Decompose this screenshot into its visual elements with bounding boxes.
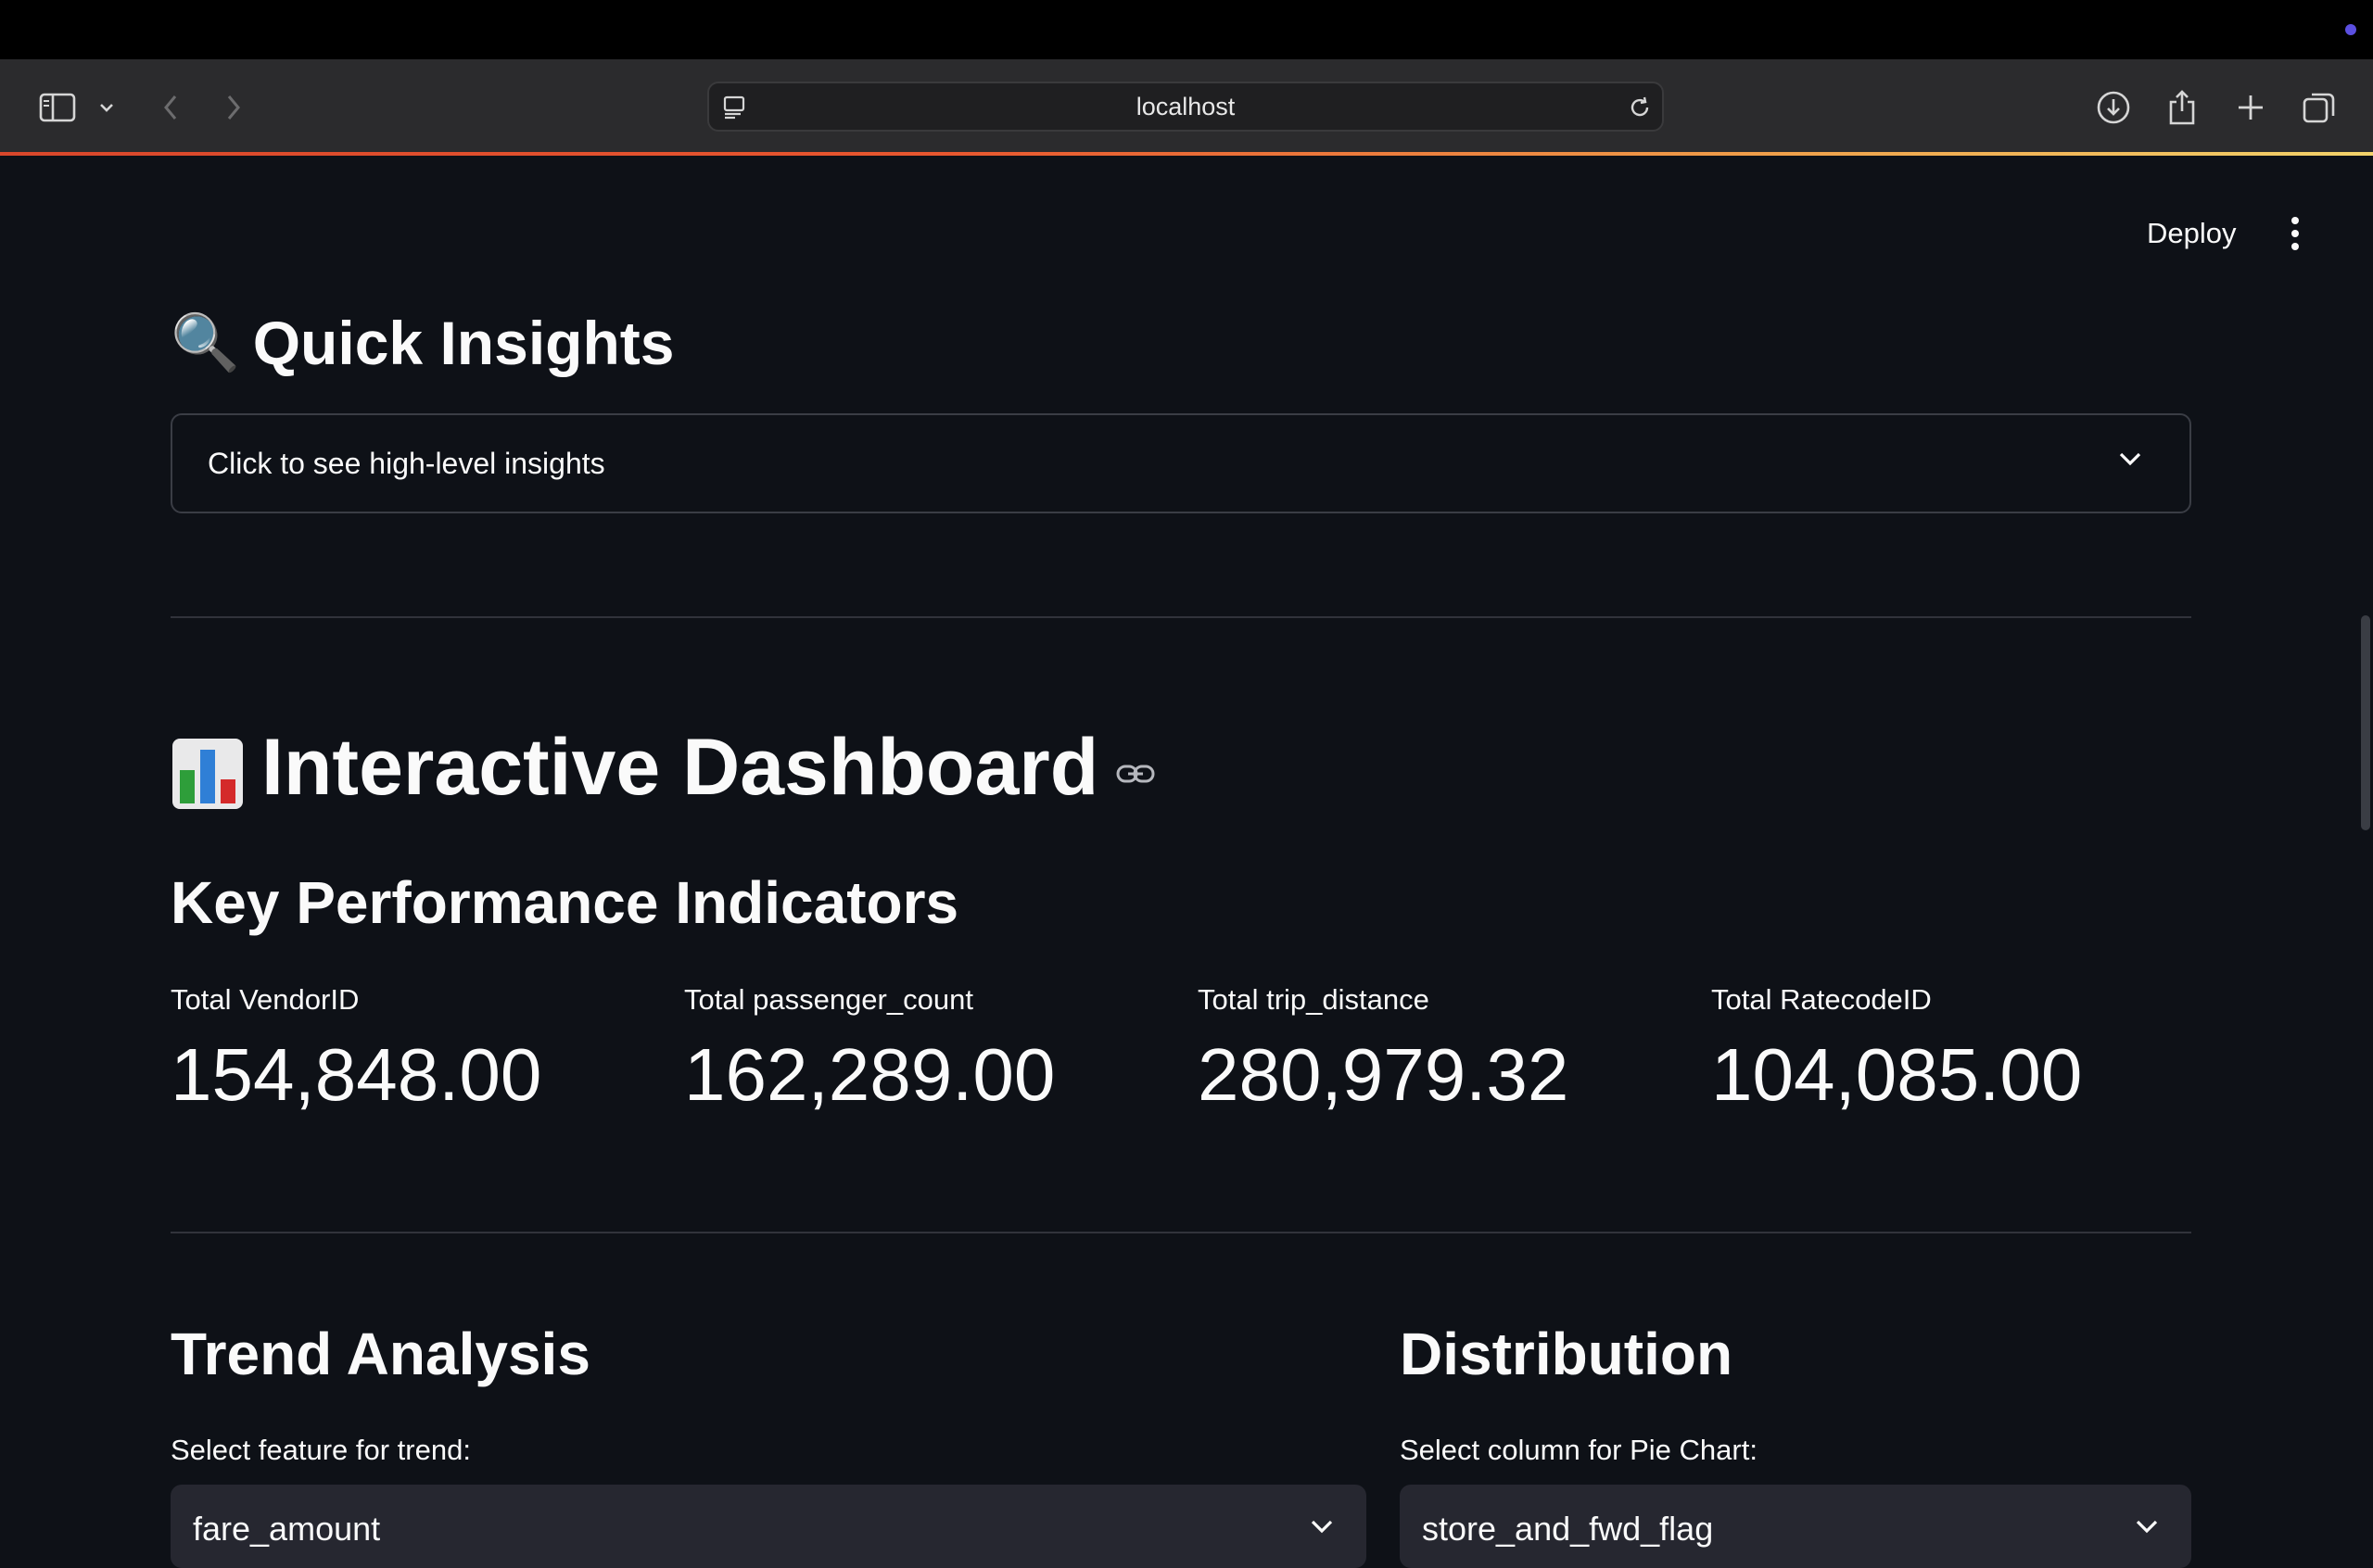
metric-label: Total VendorID bbox=[171, 983, 360, 1016]
kpi-metric: Total RatecodeID 104,085.00 bbox=[1711, 975, 2193, 1121]
metric-label: Total passenger_count bbox=[684, 983, 973, 1016]
select-value: store_and_fwd_flag bbox=[1422, 1510, 1714, 1548]
download-icon[interactable] bbox=[2093, 85, 2134, 130]
kpi-metric: Total passenger_count 162,289.00 bbox=[684, 975, 1166, 1121]
magnifier-icon: 🔍 bbox=[171, 311, 240, 373]
metric-label: Total RatecodeID bbox=[1711, 983, 1932, 1016]
kpi-metric: Total VendorID 154,848.00 bbox=[171, 975, 653, 1121]
page-load-progress bbox=[0, 152, 2373, 156]
system-menu-bar bbox=[0, 0, 2373, 59]
trend-heading: Trend Analysis bbox=[171, 1321, 590, 1387]
link-icon[interactable] bbox=[1115, 760, 1156, 788]
metric-value: 154,848.00 bbox=[171, 1033, 542, 1116]
distribution-heading: Distribution bbox=[1400, 1321, 1733, 1387]
pie-select-label: Select column for Pie Chart: bbox=[1400, 1434, 1758, 1466]
insights-expander[interactable]: Click to see high-level insights bbox=[171, 413, 2191, 513]
metric-value: 280,979.32 bbox=[1198, 1033, 1569, 1116]
section-divider bbox=[171, 1232, 2191, 1233]
kebab-menu-icon[interactable] bbox=[2273, 209, 2317, 258]
address-bar[interactable]: localhost bbox=[707, 82, 1664, 132]
new-tab-icon[interactable] bbox=[2232, 85, 2269, 130]
insights-heading: 🔍 Quick Insights bbox=[171, 301, 674, 385]
trend-select-label: Select feature for trend: bbox=[171, 1434, 471, 1466]
dashboard-heading: Interactive Dashboard bbox=[171, 714, 1156, 821]
deploy-button[interactable]: Deploy bbox=[2128, 208, 2255, 259]
dashboard-title: Interactive Dashboard bbox=[261, 723, 1099, 812]
expander-label: Click to see high-level insights bbox=[208, 447, 605, 480]
metric-value: 104,085.00 bbox=[1711, 1033, 2083, 1116]
insights-title: Quick Insights bbox=[252, 309, 675, 377]
status-dot bbox=[2345, 24, 2356, 35]
section-divider bbox=[171, 616, 2191, 618]
chevron-down-icon bbox=[2134, 1518, 2160, 1539]
pie-column-select[interactable]: store_and_fwd_flag bbox=[1400, 1485, 2191, 1568]
chevron-down-icon bbox=[2117, 450, 2143, 472]
forward-icon[interactable] bbox=[219, 85, 248, 130]
sidebar-icon[interactable] bbox=[35, 85, 80, 130]
metric-value: 162,289.00 bbox=[684, 1033, 1056, 1116]
back-icon[interactable] bbox=[156, 85, 185, 130]
browser-toolbar: localhost bbox=[0, 59, 2373, 156]
share-icon[interactable] bbox=[2164, 85, 2201, 130]
scrollbar-thumb[interactable] bbox=[2361, 615, 2370, 830]
tab-overview-icon[interactable] bbox=[2299, 85, 2340, 130]
chevron-down-icon[interactable] bbox=[93, 85, 121, 130]
trend-feature-select[interactable]: fare_amount bbox=[171, 1485, 1366, 1568]
reload-icon[interactable] bbox=[1627, 95, 1653, 125]
select-value: fare_amount bbox=[193, 1510, 381, 1548]
kpi-metric: Total trip_distance 280,979.32 bbox=[1198, 975, 1680, 1121]
bar-chart-icon bbox=[171, 730, 245, 809]
metric-label: Total trip_distance bbox=[1198, 983, 1429, 1016]
chevron-down-icon bbox=[1309, 1518, 1335, 1539]
kpi-heading: Key Performance Indicators bbox=[171, 869, 959, 936]
url-text: localhost bbox=[1136, 93, 1236, 120]
